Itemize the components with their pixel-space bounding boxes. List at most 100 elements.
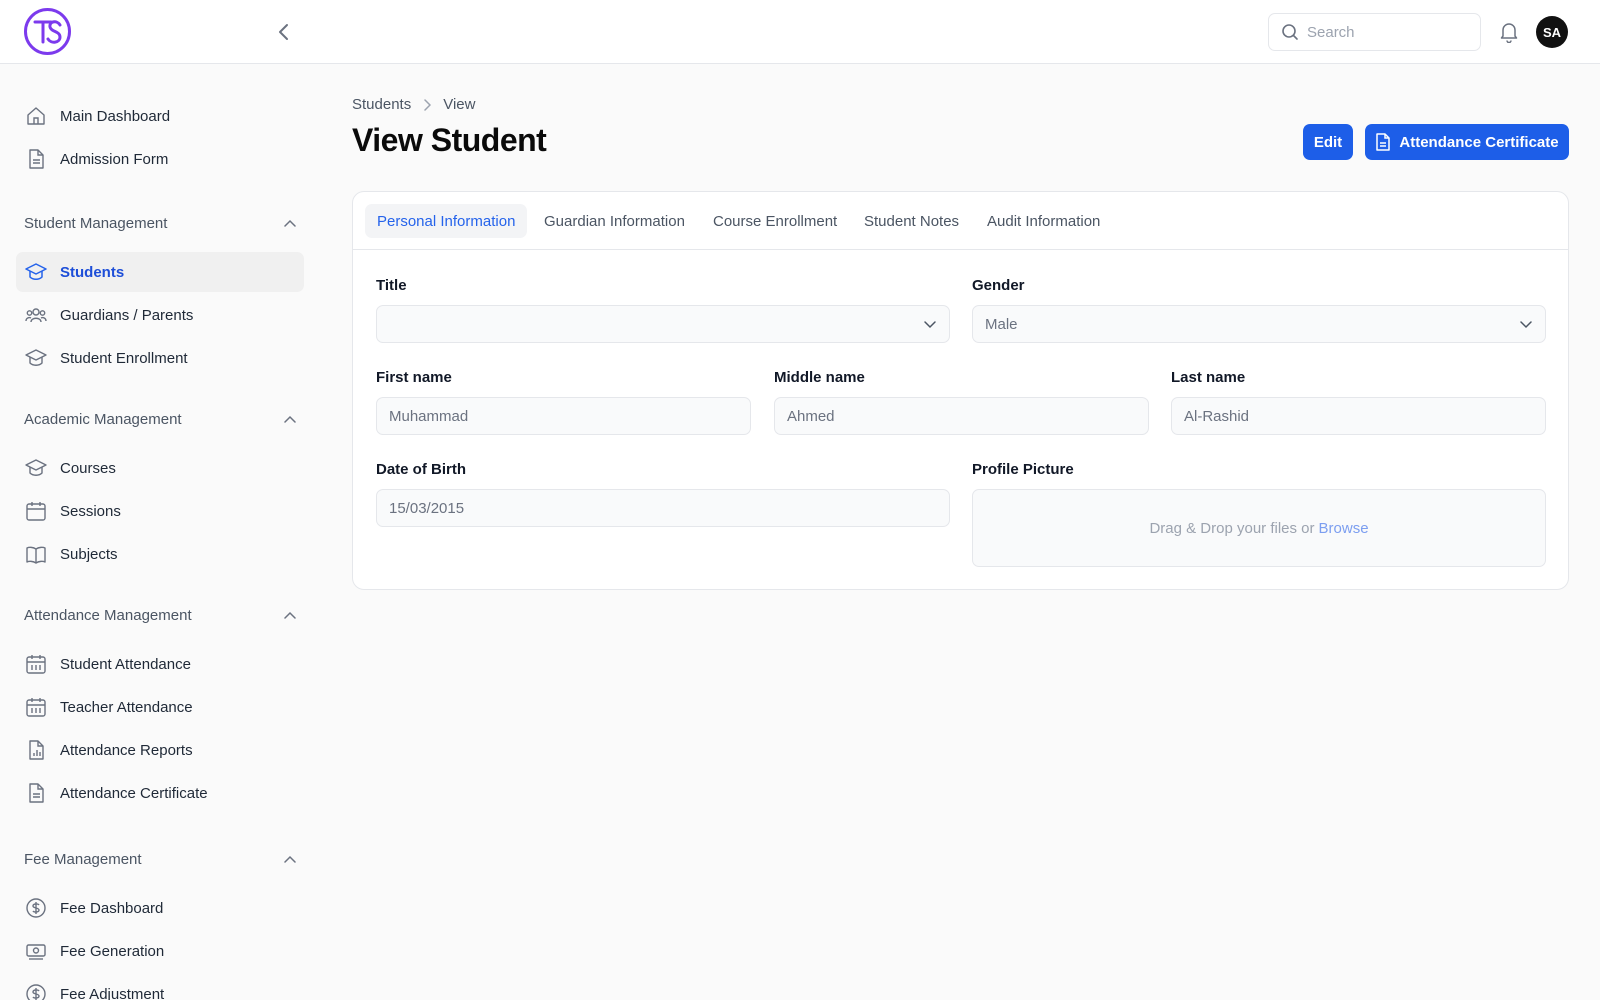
sidebar-item-attendance-certificate[interactable]: Attendance Certificate <box>16 773 304 813</box>
sidebar-item-label: Attendance Reports <box>60 741 193 759</box>
sidebar-item-sessions[interactable]: Sessions <box>16 491 304 531</box>
collapse-sidebar-button[interactable] <box>272 20 296 44</box>
top-bar: SA <box>0 0 1600 64</box>
dollar-circle-icon <box>24 896 48 920</box>
sidebar-item-student-attendance[interactable]: Student Attendance <box>16 644 304 684</box>
bell-icon <box>1499 21 1519 43</box>
graduation-cap-icon <box>24 456 48 480</box>
dropzone-text: Drag & Drop your files or <box>1149 519 1315 537</box>
sidebar-item-students[interactable]: Students <box>16 252 304 292</box>
attendance-certificate-button[interactable]: Attendance Certificate <box>1365 124 1569 160</box>
search-input[interactable] <box>1307 23 1467 41</box>
student-details-card: Personal Information Guardian Informatio… <box>352 191 1569 590</box>
search-icon <box>1281 23 1299 41</box>
sidebar-item-label: Main Dashboard <box>60 107 171 125</box>
last-name-field[interactable]: Al-Rashid <box>1171 397 1546 435</box>
section-title: Academic Management <box>24 410 182 428</box>
first-name-label: First name <box>376 369 452 386</box>
banknote-icon <box>24 939 48 963</box>
chevron-up-icon <box>284 611 296 619</box>
sidebar-item-fee-adjustment[interactable]: Fee Adjustment <box>16 974 304 1000</box>
app-logo[interactable] <box>23 7 72 56</box>
tab-audit-information[interactable]: Audit Information <box>975 204 1112 238</box>
document-icon <box>24 781 48 805</box>
title-select[interactable] <box>376 305 950 343</box>
sidebar-item-teacher-attendance[interactable]: Teacher Attendance <box>16 687 304 727</box>
sidebar: Main Dashboard Admission Form Student Ma… <box>0 64 320 1000</box>
section-attendance-management[interactable]: Attendance Management <box>24 603 296 627</box>
sidebar-item-label: Subjects <box>60 545 118 563</box>
page-title: View Student <box>352 122 547 158</box>
sidebar-item-courses[interactable]: Courses <box>16 448 304 488</box>
section-academic-management[interactable]: Academic Management <box>24 407 296 431</box>
home-icon <box>24 104 48 128</box>
dob-label: Date of Birth <box>376 461 466 478</box>
user-avatar[interactable]: SA <box>1536 16 1568 48</box>
dob-field[interactable]: 15/03/2015 <box>376 489 950 527</box>
browse-link[interactable]: Browse <box>1319 520 1369 537</box>
gender-select[interactable]: Male <box>972 305 1546 343</box>
sidebar-item-label: Attendance Certificate <box>60 784 208 802</box>
sidebar-item-label: Courses <box>60 459 116 477</box>
sidebar-item-admission-form[interactable]: Admission Form <box>16 139 304 179</box>
last-name-label: Last name <box>1171 369 1246 386</box>
sidebar-item-main-dashboard[interactable]: Main Dashboard <box>16 96 304 136</box>
sidebar-item-label: Teacher Attendance <box>60 698 193 716</box>
section-title: Attendance Management <box>24 606 192 624</box>
middle-name-label: Middle name <box>774 369 865 386</box>
middle-name-field[interactable]: Ahmed <box>774 397 1149 435</box>
tab-personal-information[interactable]: Personal Information <box>365 204 528 238</box>
report-icon <box>24 738 48 762</box>
calendar-icon <box>24 499 48 523</box>
chevron-up-icon <box>284 415 296 423</box>
chevron-down-icon <box>1519 317 1533 331</box>
users-icon <box>24 303 48 327</box>
sidebar-item-label: Student Enrollment <box>60 349 188 367</box>
profile-picture-dropzone[interactable]: Drag & Drop your files or Browse <box>972 489 1546 567</box>
sidebar-item-label: Student Attendance <box>60 655 191 673</box>
chevron-right-icon <box>423 98 432 111</box>
section-student-management[interactable]: Student Management <box>24 211 296 235</box>
first-name-field[interactable]: Muhammad <box>376 397 751 435</box>
sidebar-item-label: Fee Dashboard <box>60 899 164 917</box>
profile-picture-label: Profile Picture <box>972 461 1074 478</box>
section-title: Student Management <box>24 214 168 232</box>
sidebar-item-fee-generation[interactable]: Fee Generation <box>16 931 304 971</box>
chevron-down-icon <box>923 317 937 331</box>
sidebar-item-label: Admission Form <box>60 150 169 168</box>
sidebar-item-guardians[interactable]: Guardians / Parents <box>16 295 304 335</box>
tab-bar: Personal Information Guardian Informatio… <box>353 192 1568 250</box>
gender-value: Male <box>985 315 1018 333</box>
edit-button[interactable]: Edit <box>1303 124 1353 160</box>
sidebar-item-fee-dashboard[interactable]: Fee Dashboard <box>16 888 304 928</box>
sidebar-item-label: Guardians / Parents <box>60 306 194 324</box>
sidebar-item-label: Fee Generation <box>60 942 165 960</box>
chevron-up-icon <box>284 219 296 227</box>
sidebar-item-label: Sessions <box>60 502 121 520</box>
section-fee-management[interactable]: Fee Management <box>24 847 296 871</box>
gender-label: Gender <box>972 277 1025 294</box>
breadcrumb-current: View <box>443 96 476 113</box>
sidebar-item-subjects[interactable]: Subjects <box>16 534 304 574</box>
search-box[interactable] <box>1268 13 1481 51</box>
notifications-button[interactable] <box>1497 20 1521 44</box>
tab-course-enrollment[interactable]: Course Enrollment <box>701 204 849 238</box>
graduation-cap-icon <box>24 260 48 284</box>
dollar-circle-icon <box>24 982 48 1000</box>
sidebar-item-student-enrollment[interactable]: Student Enrollment <box>16 338 304 378</box>
chevron-up-icon <box>284 855 296 863</box>
breadcrumb-students-link[interactable]: Students <box>352 96 411 113</box>
attendance-certificate-label: Attendance Certificate <box>1399 133 1559 151</box>
sidebar-item-attendance-reports[interactable]: Attendance Reports <box>16 730 304 770</box>
calendar-grid-icon <box>24 695 48 719</box>
book-icon <box>24 542 48 566</box>
tab-student-notes[interactable]: Student Notes <box>852 204 971 238</box>
document-icon <box>24 147 48 171</box>
sidebar-item-label: Students <box>60 263 125 281</box>
calendar-grid-icon <box>24 652 48 676</box>
sidebar-item-label: Fee Adjustment <box>60 985 165 1000</box>
breadcrumb: Students View <box>352 96 475 113</box>
document-icon <box>1375 133 1391 151</box>
graduation-cap-icon <box>24 346 48 370</box>
tab-guardian-information[interactable]: Guardian Information <box>532 204 697 238</box>
